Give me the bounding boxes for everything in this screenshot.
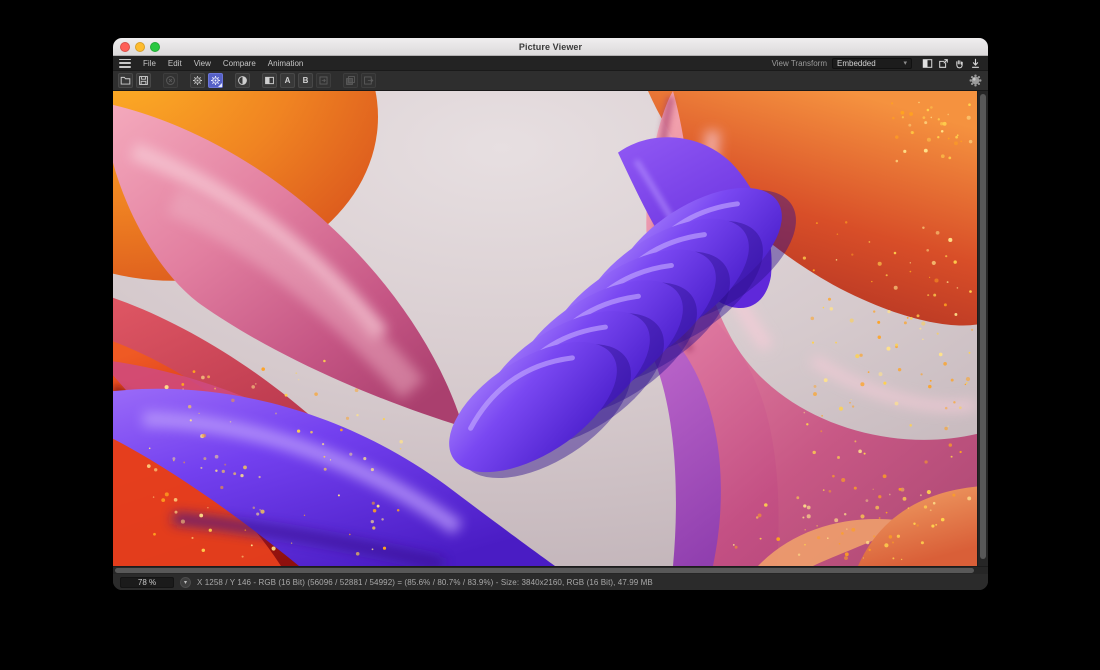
- zoom-window-button[interactable]: [150, 42, 160, 52]
- vertical-scrollbar[interactable]: [977, 91, 988, 566]
- split-compare-button[interactable]: [921, 57, 934, 69]
- menu-compare[interactable]: Compare: [217, 59, 262, 68]
- menu-file[interactable]: File: [137, 59, 162, 68]
- minimize-window-button[interactable]: [135, 42, 145, 52]
- open-file-button[interactable]: [118, 73, 133, 88]
- floppy-save-icon: [138, 75, 149, 86]
- hand-icon: [954, 58, 965, 69]
- zoom-preset-button[interactable]: ▾: [180, 577, 191, 588]
- save-file-button[interactable]: [136, 73, 151, 88]
- toolbar: A B: [113, 71, 988, 91]
- view-transform-value: Embedded: [837, 59, 876, 68]
- menu-bar: File Edit View Compare Animation View Tr…: [113, 56, 988, 71]
- export-image-button[interactable]: [361, 73, 376, 88]
- gear-x-icon: [192, 75, 203, 86]
- copy-layers-icon: [345, 75, 356, 86]
- download-arrow-icon: [970, 58, 981, 69]
- contrast-half-circle-icon: [237, 75, 248, 86]
- popout-icon: [938, 58, 949, 69]
- dock-download-button[interactable]: [969, 57, 982, 69]
- gear-icon: [210, 75, 221, 86]
- hamburger-menu-icon[interactable]: [119, 59, 131, 68]
- swap-ab-button[interactable]: [316, 73, 331, 88]
- version-a-button[interactable]: A: [280, 73, 295, 88]
- menu-edit[interactable]: Edit: [162, 59, 188, 68]
- chevron-down-icon: ▾: [903, 60, 907, 67]
- render-settings-button[interactable]: [968, 73, 983, 88]
- gear-cancel-button[interactable]: [190, 73, 205, 88]
- horizontal-scrollbar-thumb[interactable]: [115, 568, 974, 573]
- swap-icon: [318, 75, 329, 86]
- version-b-button[interactable]: B: [298, 73, 313, 88]
- stop-render-button[interactable]: [163, 73, 178, 88]
- view-transform-select[interactable]: Embedded ▾: [832, 58, 912, 69]
- compare-split-image-icon: [264, 75, 275, 86]
- folder-icon: [120, 75, 131, 86]
- image-viewport: [113, 91, 988, 566]
- window-controls: [120, 42, 160, 52]
- menu-view[interactable]: View: [188, 59, 217, 68]
- vertical-scrollbar-thumb[interactable]: [980, 94, 986, 559]
- artwork-image: [113, 91, 977, 566]
- split-square-icon: [922, 58, 933, 69]
- picture-viewer-window: Picture Viewer File Edit View Compare An…: [113, 38, 988, 590]
- window-title: Picture Viewer: [113, 42, 988, 52]
- close-window-button[interactable]: [120, 42, 130, 52]
- circle-x-icon: [165, 75, 176, 86]
- gear-settings-button[interactable]: [208, 73, 223, 88]
- view-transform-label: View Transform: [772, 59, 827, 68]
- status-bar: 78 % ▾ X 1258 / Y 146 - RGB (16 Bit) (56…: [113, 574, 988, 590]
- menu-animation[interactable]: Animation: [262, 59, 310, 68]
- image-canvas[interactable]: [113, 91, 977, 566]
- render-sphere-icon: [969, 74, 982, 87]
- contrast-button[interactable]: [235, 73, 250, 88]
- horizontal-scrollbar[interactable]: [113, 566, 988, 574]
- compare-images-button[interactable]: [262, 73, 277, 88]
- pan-button[interactable]: [953, 57, 966, 69]
- chevron-down-icon: ▾: [184, 579, 187, 586]
- open-external-button[interactable]: [937, 57, 950, 69]
- title-bar[interactable]: Picture Viewer: [113, 38, 988, 56]
- pixel-info-text: X 1258 / Y 146 - RGB (16 Bit) (56096 / 5…: [197, 578, 653, 587]
- copy-image-button[interactable]: [343, 73, 358, 88]
- zoom-level-field[interactable]: 78 %: [120, 577, 174, 588]
- export-arrow-icon: [363, 75, 374, 86]
